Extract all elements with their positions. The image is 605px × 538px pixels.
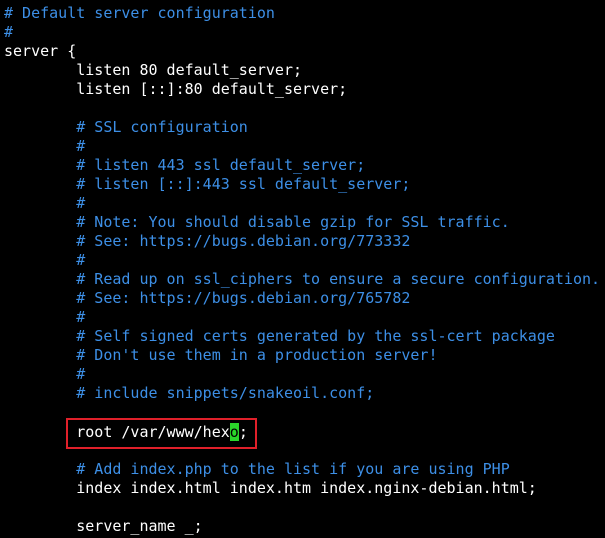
terminal-editor[interactable]: # Default server configuration # server … <box>0 0 605 538</box>
config-comment-line: # Add index.php to the list if you are u… <box>4 460 510 478</box>
config-comment-line: # Don't use them in a production server! <box>4 346 438 364</box>
config-comment-line: # listen 443 ssl default_server; <box>4 156 366 174</box>
config-comment-line: # Default server configuration <box>4 4 275 22</box>
config-code-line: listen 80 default_server; <box>4 61 303 79</box>
config-comment-line: # <box>4 365 86 383</box>
config-comment-line: # <box>4 194 86 212</box>
config-comment-line: # Note: You should disable gzip for SSL … <box>4 213 510 231</box>
config-comment-line: # Read up on ssl_ciphers to ensure a sec… <box>4 270 601 288</box>
config-comment-line: # include snippets/snakeoil.conf; <box>4 384 375 402</box>
config-comment-line: # Self signed certs generated by the ssl… <box>4 327 555 345</box>
config-comment-line: # SSL configuration <box>4 118 248 136</box>
config-comment-line: # listen [::]:443 ssl default_server; <box>4 175 411 193</box>
highlight-box <box>66 418 257 449</box>
config-code-line: server_name _; <box>4 517 203 535</box>
config-comment-line: # <box>4 251 86 269</box>
config-comment-line: # See: https://bugs.debian.org/773332 <box>4 232 411 250</box>
config-code-line: index index.html index.htm index.nginx-d… <box>4 479 537 497</box>
config-code-line: listen [::]:80 default_server; <box>4 80 348 98</box>
config-code-line: server { <box>4 42 77 60</box>
config-comment-line: # <box>4 23 14 41</box>
config-comment-line: # See: https://bugs.debian.org/765782 <box>4 289 411 307</box>
config-comment-line: # <box>4 137 86 155</box>
config-comment-line: # <box>4 308 86 326</box>
